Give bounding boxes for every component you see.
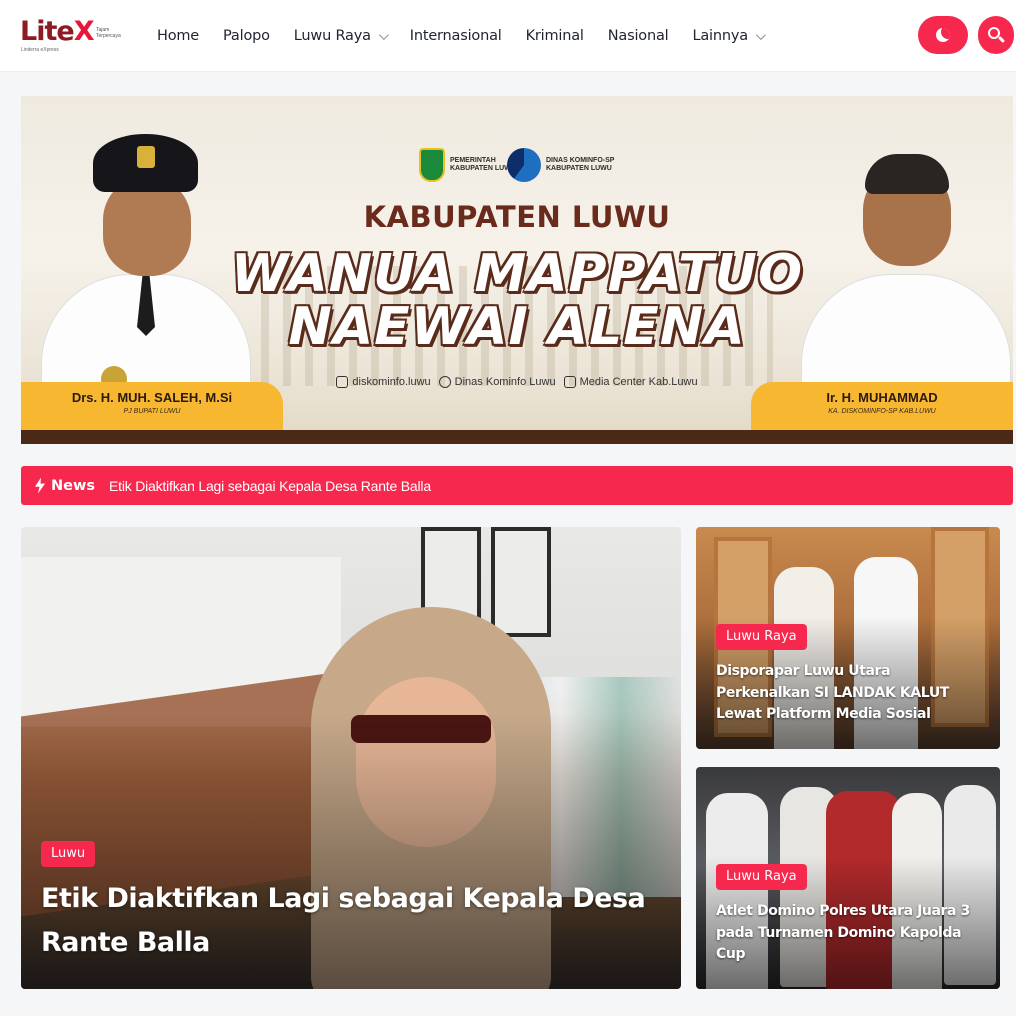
right-official-name: Ir. H. MUHAMMAD <box>826 390 938 405</box>
nav-lainnya-label: Lainnya <box>692 28 748 44</box>
banner-namebar-left: Drs. H. MUH. SALEH, M.Si PJ BUPATI LUWU <box>21 382 283 430</box>
site-logo[interactable]: LiteX Tajam Terpercaya Liniterra eXpress <box>20 14 130 56</box>
nav-internasional-label: Internasional <box>409 28 502 44</box>
social-facebook-label: Dinas Kominfo Luwu <box>454 376 556 388</box>
moon-icon <box>936 28 950 42</box>
social-instagram: diskominfo.luwu <box>336 376 431 388</box>
category-badge[interactable]: Luwu Raya <box>716 864 807 890</box>
news-ticker: News Etik Diaktifkan Lagi sebagai Kepala… <box>21 466 1013 505</box>
nav-luwu-raya[interactable]: Luwu Raya <box>293 28 389 44</box>
featured-main-title[interactable]: Etik Diaktifkan Lagi sebagai Kepala Desa… <box>41 877 661 965</box>
dinas-logo: DINAS KOMINFO-SP KABUPATEN LUWU <box>507 148 618 182</box>
featured-side-card[interactable]: Luwu Raya Atlet Domino Polres Utara Juar… <box>696 767 1000 989</box>
category-badge[interactable]: Luwu <box>41 841 96 867</box>
facebook-icon <box>438 376 451 388</box>
banner-portrait-left <box>41 126 251 434</box>
youtube-icon <box>563 376 576 388</box>
lightning-bolt-icon <box>35 477 45 494</box>
chevron-down-icon <box>755 29 766 40</box>
nav-nasional[interactable]: Nasional <box>608 28 669 44</box>
main-nav: Home Palopo Luwu Raya Internasional Krim… <box>157 24 787 48</box>
site-header: LiteX Tajam Terpercaya Liniterra eXpress… <box>0 0 1016 72</box>
search-icon <box>987 26 1006 44</box>
nav-lainnya[interactable]: Lainnya <box>692 28 766 44</box>
social-youtube-label: Media Center Kab.Luwu <box>579 376 698 388</box>
logo-subtitle: Liniterra eXpress <box>21 47 59 53</box>
social-instagram-label: diskominfo.luwu <box>352 376 431 388</box>
social-youtube: Media Center Kab.Luwu <box>563 376 698 388</box>
dark-mode-toggle[interactable] <box>918 16 968 54</box>
banner-namebar-right: Ir. H. MUHAMMAD KA. DISKOMINFO-SP KAB.LU… <box>751 382 1013 430</box>
nav-home-label: Home <box>157 28 200 44</box>
featured-side-title[interactable]: Atlet Domino Polres Utara Juara 3 pada T… <box>716 901 986 966</box>
banner-portrait-right <box>801 126 1011 434</box>
nav-home[interactable]: Home <box>157 28 199 44</box>
kabupaten-emblem-icon <box>419 148 445 182</box>
nav-internasional[interactable]: Internasional <box>410 28 502 44</box>
nav-palopo[interactable]: Palopo <box>223 28 270 44</box>
left-official-name: Drs. H. MUH. SALEH, M.Si <box>71 390 233 405</box>
chevron-down-icon <box>378 29 389 40</box>
logo-wordmark: LiteX <box>20 16 95 47</box>
dinas-logo-label: DINAS KOMINFO-SP KABUPATEN LUWU <box>546 157 615 172</box>
featured-side-card[interactable]: Luwu Raya Disporapar Luwu Utara Perkenal… <box>696 527 1000 749</box>
nav-nasional-label: Nasional <box>607 28 669 44</box>
featured-main-card[interactable]: Luwu Etik Diaktifkan Lagi sebagai Kepala… <box>21 527 681 989</box>
nav-kriminal[interactable]: Kriminal <box>526 28 584 44</box>
banner-bottom-stripe <box>21 430 1013 444</box>
nav-palopo-label: Palopo <box>223 28 270 44</box>
search-button[interactable] <box>978 16 1014 54</box>
ticker-headline-link[interactable]: Etik Diaktifkan Lagi sebagai Kepala Desa… <box>109 478 431 494</box>
right-official-role: KA. DISKOMINFO-SP KAB.LUWU <box>828 408 936 415</box>
ticker-label: News <box>51 477 95 494</box>
nav-luwu-raya-label: Luwu Raya <box>293 28 371 44</box>
social-facebook: Dinas Kominfo Luwu <box>438 376 556 388</box>
featured-side-title[interactable]: Disporapar Luwu Utara Perkenalkan SI LAN… <box>716 661 986 726</box>
kominfo-logo-icon <box>507 148 541 182</box>
category-badge[interactable]: Luwu Raya <box>716 624 807 650</box>
advertisement-banner[interactable]: PEMERINTAH KABUPATEN LUWU DINAS KOMINFO-… <box>21 96 1013 444</box>
nav-kriminal-label: Kriminal <box>525 28 584 44</box>
instagram-icon <box>336 376 349 388</box>
logo-tagline: Tajam Terpercaya <box>96 27 121 39</box>
left-official-role: PJ BUPATI LUWU <box>123 408 181 415</box>
